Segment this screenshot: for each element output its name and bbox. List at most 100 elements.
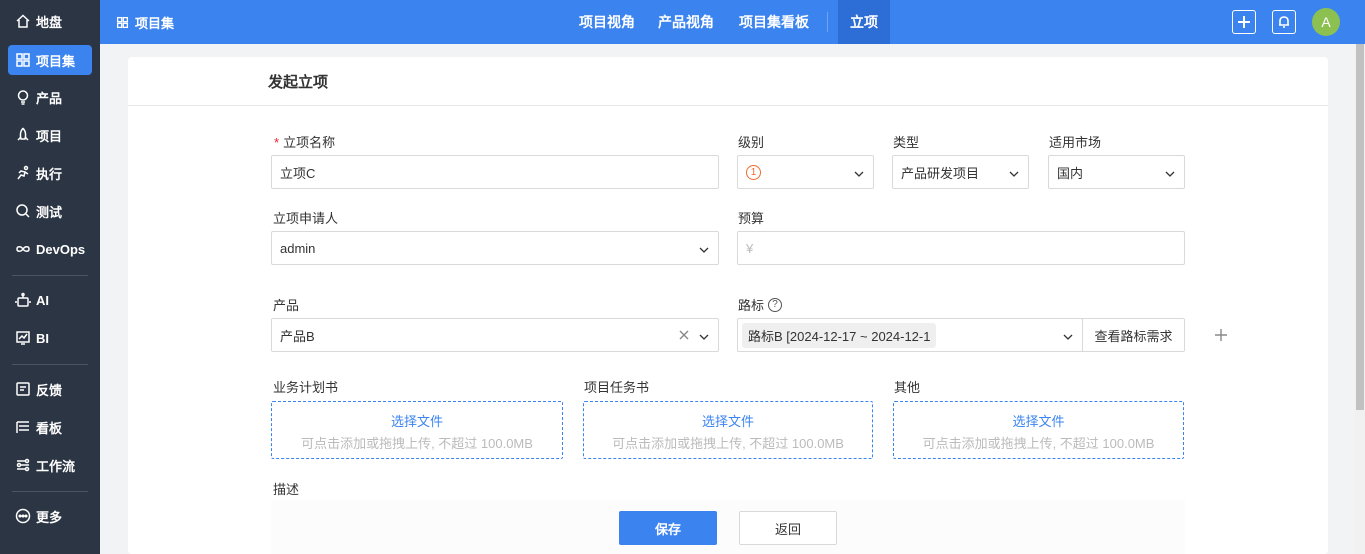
roadmap-label: 路标 ? xyxy=(738,295,783,314)
chevron-down-icon xyxy=(699,243,709,253)
grid-icon xyxy=(116,16,129,28)
sidebar-item-dashboard[interactable]: 地盘 xyxy=(8,6,92,36)
name-label: * 立项名称 xyxy=(274,135,336,150)
budget-placeholder: ¥ xyxy=(746,240,754,256)
applicant-select[interactable]: admin xyxy=(271,231,719,265)
budget-input[interactable]: ¥ xyxy=(737,231,1185,265)
chevron-down-icon xyxy=(1165,167,1175,177)
level-select[interactable]: 1 xyxy=(737,155,874,189)
tab-initiation[interactable]: 立项 xyxy=(838,0,890,44)
sidebar-item-execution[interactable]: 执行 xyxy=(8,158,92,188)
sidebar-item-label: 执行 xyxy=(36,166,63,182)
sidebar-item-bi[interactable]: BI xyxy=(8,323,92,353)
required-mark: * xyxy=(274,135,280,150)
form-card: 发起立项 * 立项名称 级别 类型 适用市场 立项C 1 产品研发项目 国内 立项… xyxy=(128,57,1328,554)
sidebar-item-label: 工作流 xyxy=(36,458,76,474)
bell-icon xyxy=(1279,16,1289,28)
tab-program-kanban[interactable]: 项目集看板 xyxy=(739,0,809,44)
nav-divider xyxy=(827,12,828,32)
sidebar-item-label: 看板 xyxy=(36,420,63,436)
avatar[interactable]: A xyxy=(1312,8,1340,36)
sidebar-item-test[interactable]: 测试 xyxy=(8,196,92,226)
sidebar-item-label: DevOps xyxy=(36,241,86,257)
type-select[interactable]: 产品研发项目 xyxy=(892,155,1029,189)
chevron-down-icon xyxy=(1009,167,1019,177)
add-roadmap-icon[interactable] xyxy=(1214,328,1228,342)
sidebar-item-kanban[interactable]: 看板 xyxy=(8,412,92,442)
description-label: 描述 xyxy=(273,482,300,497)
choose-file-link[interactable]: 选择文件 xyxy=(894,411,1183,430)
sidebar-item-label: 产品 xyxy=(36,90,63,106)
add-button[interactable] xyxy=(1232,10,1256,34)
sidebar-item-label: 地盘 xyxy=(36,14,63,30)
back-button[interactable]: 返回 xyxy=(739,511,837,545)
roadmap-select[interactable]: 路标B [2024-12-17 ~ 2024-12-1 xyxy=(737,318,1083,352)
sidebar-item-feedback[interactable]: 反馈 xyxy=(8,374,92,404)
choose-file-link[interactable]: 选择文件 xyxy=(584,411,872,430)
breadcrumb-label: 项目集 xyxy=(135,15,175,31)
type-label: 类型 xyxy=(893,135,920,150)
market-label: 适用市场 xyxy=(1049,135,1102,150)
feedback-icon xyxy=(15,381,31,397)
workflow-icon xyxy=(15,457,31,473)
choose-file-link[interactable]: 选择文件 xyxy=(272,411,562,430)
sidebar-item-label: 测试 xyxy=(36,204,63,220)
robot-icon xyxy=(15,292,31,308)
page-title: 发起立项 xyxy=(268,74,329,91)
view-roadmap-requirements-button[interactable]: 查看路标需求 xyxy=(1082,318,1185,352)
business-plan-label: 业务计划书 xyxy=(273,380,339,395)
sidebar-item-label: 反馈 xyxy=(36,382,63,398)
level-label: 级别 xyxy=(738,135,765,150)
sidebar-item-label: 项目集 xyxy=(36,53,76,69)
sidebar-item-label: BI xyxy=(36,330,49,346)
rocket-icon xyxy=(15,127,31,143)
chevron-down-icon xyxy=(699,330,709,340)
sidebar-item-label: 项目 xyxy=(36,128,63,144)
upload-hint: 可点击添加或拖拽上传, 不超过 100.0MB xyxy=(612,436,844,451)
project-name-input[interactable]: 立项C xyxy=(271,155,719,189)
business-plan-upload[interactable]: 选择文件 可点击添加或拖拽上传, 不超过 100.0MB xyxy=(271,401,563,459)
top-bar: 项目集 项目视角 产品视角 项目集看板 立项 A xyxy=(100,0,1365,44)
product-select[interactable]: 产品B xyxy=(271,318,719,352)
market-select[interactable]: 国内 xyxy=(1048,155,1185,189)
help-icon[interactable]: ? xyxy=(768,297,783,312)
applicant-label: 立项申请人 xyxy=(273,211,339,226)
sidebar-item-label: 更多 xyxy=(36,509,63,525)
home-icon xyxy=(15,13,31,29)
upload-hint: 可点击添加或拖拽上传, 不超过 100.0MB xyxy=(301,436,533,451)
chevron-down-icon xyxy=(1063,330,1073,340)
task-book-label: 项目任务书 xyxy=(584,380,650,395)
sidebar-divider xyxy=(12,275,88,276)
sidebar-item-workflow[interactable]: 工作流 xyxy=(8,450,92,480)
sidebar-divider xyxy=(12,491,88,492)
grid-icon xyxy=(15,52,31,68)
task-book-upload[interactable]: 选择文件 可点击添加或拖拽上传, 不超过 100.0MB xyxy=(583,401,873,459)
sidebar-item-ai[interactable]: AI xyxy=(8,285,92,315)
sidebar-item-more[interactable]: 更多 xyxy=(8,501,92,531)
card-header: 发起立项 xyxy=(128,57,1328,106)
budget-label: 预算 xyxy=(738,211,765,226)
sidebar-item-project[interactable]: 项目 xyxy=(8,120,92,150)
notification-button[interactable] xyxy=(1272,10,1296,34)
other-upload[interactable]: 选择文件 可点击添加或拖拽上传, 不超过 100.0MB xyxy=(893,401,1184,459)
sidebar-item-programs[interactable]: 项目集 xyxy=(8,45,92,75)
kanban-icon xyxy=(15,419,31,435)
run-icon xyxy=(15,165,31,181)
sidebar-item-label: AI xyxy=(36,292,49,308)
clear-icon[interactable] xyxy=(678,329,690,341)
tab-product-view[interactable]: 产品视角 xyxy=(658,0,714,44)
sidebar-item-devops[interactable]: DevOps xyxy=(8,234,92,264)
sidebar-divider xyxy=(12,364,88,365)
tab-project-view[interactable]: 项目视角 xyxy=(579,0,635,44)
scrollbar-thumb[interactable] xyxy=(1356,44,1364,410)
description-editor[interactable] xyxy=(271,500,1185,554)
level-badge: 1 xyxy=(746,164,761,180)
sidebar-item-product[interactable]: 产品 xyxy=(8,82,92,112)
chart-icon xyxy=(15,330,31,346)
magnifier-icon xyxy=(15,203,31,219)
save-button[interactable]: 保存 xyxy=(619,511,717,545)
product-label: 产品 xyxy=(273,298,300,313)
breadcrumb[interactable]: 项目集 xyxy=(116,0,174,44)
infinity-icon xyxy=(15,241,31,257)
roadmap-tag: 路标B [2024-12-17 ~ 2024-12-1 xyxy=(742,322,937,348)
